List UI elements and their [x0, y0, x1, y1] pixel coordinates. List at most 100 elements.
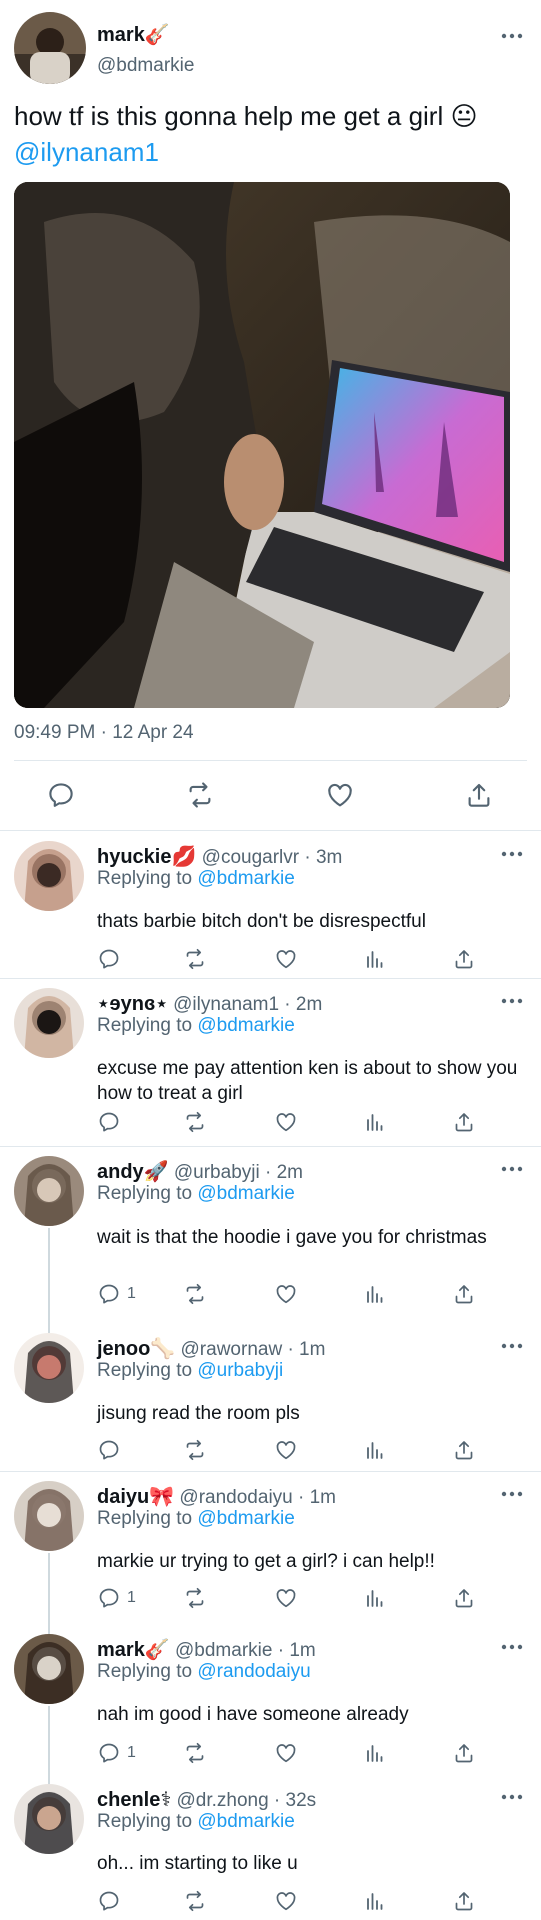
retweet-icon[interactable] — [183, 946, 207, 972]
avatar[interactable] — [14, 1634, 84, 1704]
share-icon[interactable] — [452, 1740, 476, 1766]
mention-link[interactable]: @ilynanam1 — [14, 137, 159, 167]
retweet-icon[interactable] — [185, 780, 215, 810]
reply-author-handle[interactable]: @urbabyji · 2m — [174, 1162, 303, 1183]
share-icon[interactable] — [452, 946, 476, 972]
reply-icon[interactable]: 1 — [97, 1740, 136, 1766]
avatar[interactable] — [14, 1156, 84, 1226]
reply-text: markie ur trying to get a girl? i can he… — [97, 1551, 435, 1572]
reply-tweet[interactable]: chenle⚕ @dr.zhong · 32s Replying to @bdma… — [0, 1774, 541, 1920]
reply-icon[interactable] — [97, 1888, 121, 1914]
retweet-icon[interactable] — [183, 1281, 207, 1307]
share-icon[interactable] — [452, 1281, 476, 1307]
reply-author-handle[interactable]: @ilynanam1 · 2m — [173, 994, 322, 1015]
reply-author-name[interactable]: mark🎸 — [97, 1639, 170, 1661]
reply-tweet[interactable]: andy🚀 @urbabyji · 2m Replying to @bdmarki… — [0, 1146, 541, 1333]
author-name[interactable]: mark🎸 — [97, 22, 170, 47]
more-icon[interactable] — [501, 33, 523, 39]
more-icon[interactable] — [501, 1644, 523, 1650]
like-icon[interactable] — [274, 946, 298, 972]
share-icon[interactable] — [452, 1109, 476, 1135]
more-icon[interactable] — [501, 1166, 523, 1172]
author-handle[interactable]: @bdmarkie — [97, 55, 194, 77]
reply-tweet[interactable]: ⋆ɘynɞ⋆ @ilynanam1 · 2m Replying to @bdmar… — [0, 978, 541, 1147]
replying-mention[interactable]: @bdmarkie — [197, 868, 294, 889]
replying-mention[interactable]: @bdmarkie — [197, 1811, 294, 1832]
more-icon[interactable] — [501, 851, 523, 857]
avatar[interactable] — [14, 988, 84, 1058]
retweet-icon[interactable] — [183, 1740, 207, 1766]
reply-header: hyuckie💋 @cougarlvr · 3m — [97, 844, 342, 869]
share-icon[interactable] — [452, 1888, 476, 1914]
reply-author-handle[interactable]: @randodaiyu · 1m — [179, 1487, 336, 1508]
reply-author-name[interactable]: ⋆ɘynɞ⋆ — [97, 993, 168, 1015]
avatar-image — [14, 12, 86, 84]
reply-tweet[interactable]: daiyu🎀 @randodaiyu · 1m Replying to @bdma… — [0, 1471, 541, 1634]
reply-author-handle[interactable]: @dr.zhong · 32s — [176, 1790, 316, 1811]
reply-author-name[interactable]: daiyu🎀 — [97, 1486, 174, 1508]
tweet-photo[interactable] — [14, 182, 510, 708]
reply-actions: 1 — [97, 1585, 481, 1611]
reply-tweet[interactable]: mark🎸 @bdmarkie · 1m Replying to @randoda… — [0, 1614, 541, 1784]
reply-author-handle[interactable]: @bdmarkie · 1m — [175, 1640, 316, 1661]
reply-tweet[interactable]: jenoo🦴 @rawornaw · 1m Replying to @urbaby… — [0, 1323, 541, 1472]
share-icon[interactable] — [452, 1585, 476, 1611]
share-icon[interactable] — [452, 1437, 476, 1463]
reply-text: oh... im starting to like u — [97, 1853, 298, 1874]
replying-mention[interactable]: @bdmarkie — [197, 1015, 294, 1036]
avatar[interactable] — [14, 841, 84, 911]
replying-mention[interactable]: @urbabyji — [197, 1360, 283, 1381]
share-icon[interactable] — [464, 780, 494, 810]
reply-author-handle[interactable]: @cougarlvr · 3m — [202, 847, 343, 868]
replying-label: Replying to — [97, 868, 198, 889]
reply-author-name[interactable]: jenoo🦴 — [97, 1338, 175, 1360]
avatar[interactable] — [14, 12, 86, 84]
views-icon[interactable] — [363, 1888, 387, 1914]
views-icon[interactable] — [363, 1740, 387, 1766]
retweet-icon[interactable] — [183, 1888, 207, 1914]
reply-icon[interactable] — [46, 780, 76, 810]
retweet-icon[interactable] — [183, 1585, 207, 1611]
more-icon[interactable] — [501, 1794, 523, 1800]
like-icon[interactable] — [274, 1740, 298, 1766]
views-icon[interactable] — [363, 1585, 387, 1611]
like-icon[interactable] — [274, 1585, 298, 1611]
replying-to: Replying to @bdmarkie — [97, 868, 295, 890]
reply-header: chenle⚕ @dr.zhong · 32s — [97, 1787, 316, 1812]
reply-author-name[interactable]: chenle⚕ — [97, 1789, 171, 1811]
views-icon[interactable] — [363, 946, 387, 972]
avatar[interactable] — [14, 1784, 84, 1854]
retweet-icon[interactable] — [183, 1109, 207, 1135]
views-icon[interactable] — [363, 1109, 387, 1135]
views-icon[interactable] — [363, 1281, 387, 1307]
reply-header: mark🎸 @bdmarkie · 1m — [97, 1637, 316, 1662]
avatar[interactable] — [14, 1333, 84, 1403]
like-icon[interactable] — [274, 1888, 298, 1914]
reply-icon[interactable]: 1 — [97, 1585, 136, 1611]
like-icon[interactable] — [274, 1437, 298, 1463]
retweet-icon[interactable] — [183, 1437, 207, 1463]
reply-icon[interactable] — [97, 1437, 121, 1463]
like-icon[interactable] — [274, 1109, 298, 1135]
replying-to: Replying to @randodaiyu — [97, 1661, 311, 1683]
reply-author-name[interactable]: hyuckie💋 — [97, 846, 196, 868]
like-icon[interactable] — [325, 780, 355, 810]
reply-tweet[interactable]: hyuckie💋 @cougarlvr · 3m Replying to @bdm… — [0, 831, 541, 979]
replying-mention[interactable]: @bdmarkie — [197, 1508, 294, 1529]
avatar[interactable] — [14, 1481, 84, 1551]
more-icon[interactable] — [501, 1491, 523, 1497]
more-icon[interactable] — [501, 998, 523, 1004]
reply-icon[interactable] — [97, 1109, 121, 1135]
reply-author-handle[interactable]: @rawornaw · 1m — [181, 1339, 326, 1360]
more-icon[interactable] — [501, 1343, 523, 1349]
replying-mention[interactable]: @bdmarkie — [197, 1183, 294, 1204]
reply-icon[interactable] — [97, 946, 121, 972]
like-icon[interactable] — [274, 1281, 298, 1307]
thread-line — [48, 1706, 50, 1784]
tweet-text: how tf is this gonna help me get a girl … — [14, 98, 524, 170]
replying-mention[interactable]: @randodaiyu — [197, 1661, 310, 1682]
views-icon[interactable] — [363, 1437, 387, 1463]
divider — [14, 760, 527, 761]
reply-icon[interactable]: 1 — [97, 1281, 136, 1307]
reply-author-name[interactable]: andy🚀 — [97, 1161, 169, 1183]
